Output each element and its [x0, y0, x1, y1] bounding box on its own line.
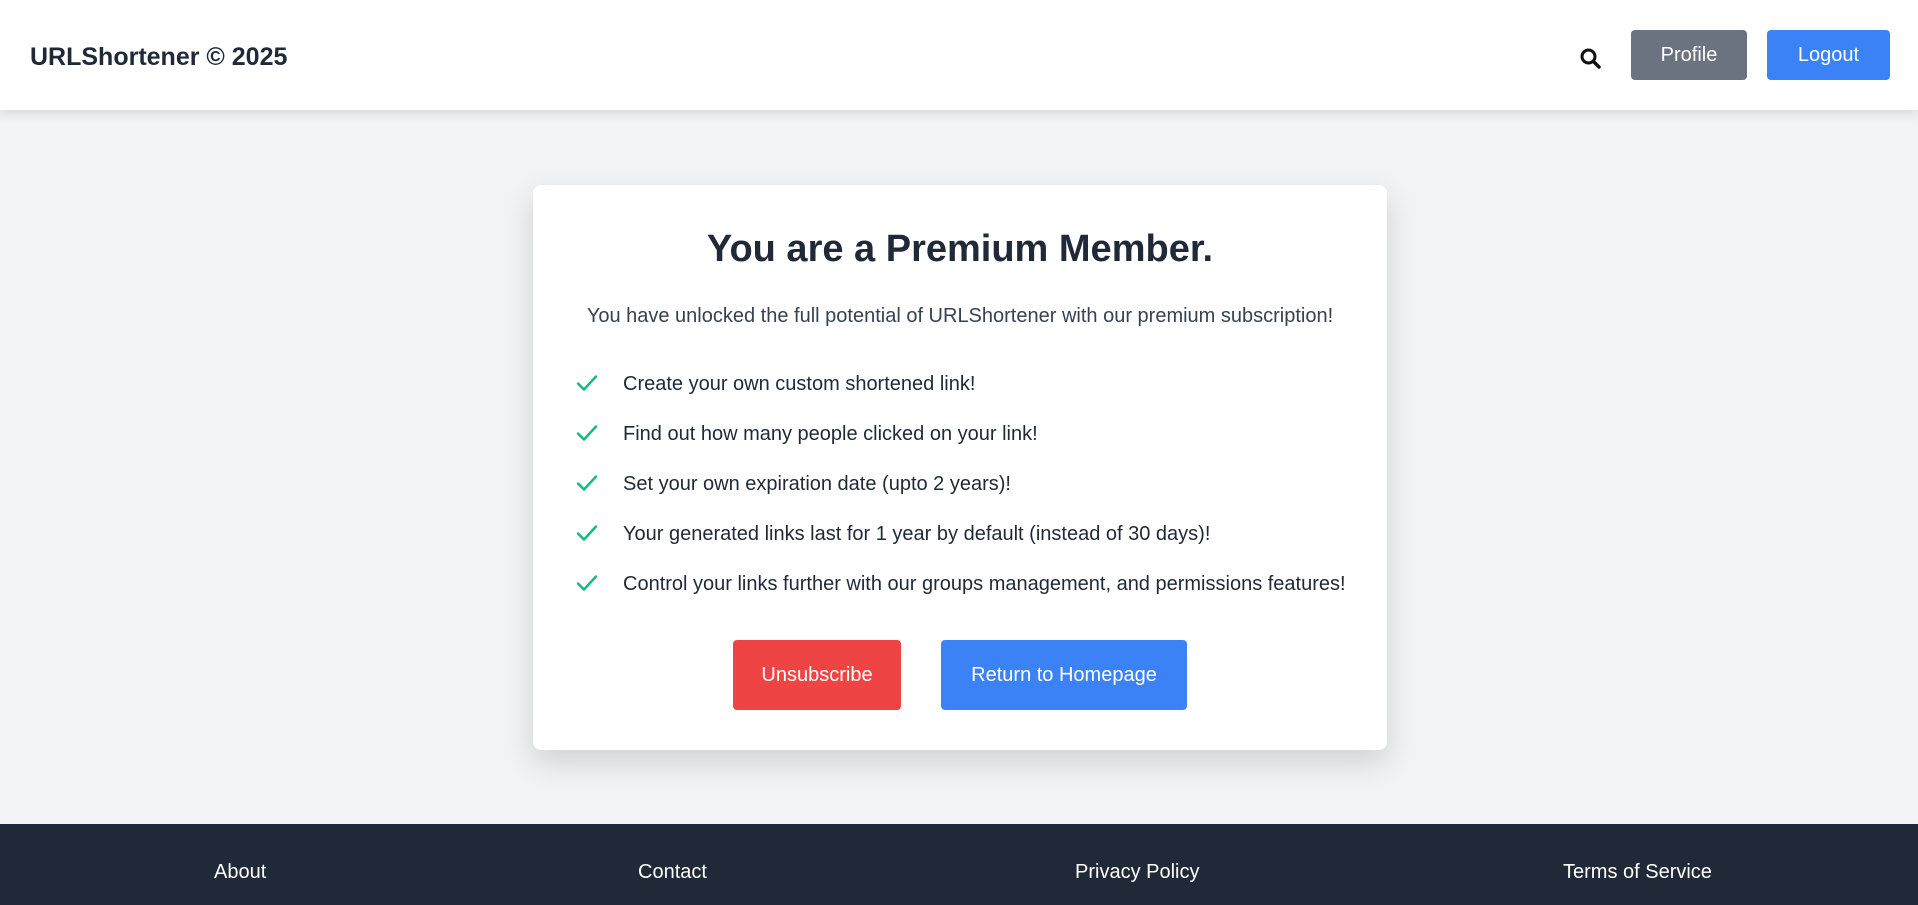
- check-icon: [576, 375, 598, 391]
- profile-button[interactable]: Profile: [1631, 30, 1747, 80]
- feature-item: Find out how many people clicked on your…: [575, 419, 1375, 469]
- check-icon: [576, 575, 598, 591]
- logout-button[interactable]: Logout: [1767, 30, 1890, 80]
- card-title: You are a Premium Member.: [706, 228, 1214, 270]
- footer-link-terms-of-service[interactable]: Terms of Service: [1563, 859, 1712, 885]
- feature-item: Your generated links last for 1 year by …: [575, 519, 1375, 569]
- search-icon: [1580, 48, 1601, 69]
- footer-link-about[interactable]: About: [214, 859, 266, 885]
- footer-link-contact[interactable]: Contact: [638, 859, 707, 885]
- feature-item: Set your own expiration date (upto 2 yea…: [575, 469, 1375, 519]
- search-button[interactable]: [1578, 46, 1604, 72]
- feature-text: Your generated links last for 1 year by …: [623, 523, 1211, 545]
- footer: About Contact Privacy Policy Terms of Se…: [0, 824, 1918, 905]
- footer-link-privacy-policy[interactable]: Privacy Policy: [1075, 859, 1199, 885]
- card-subtitle: You have unlocked the full potential of …: [586, 305, 1334, 327]
- return-to-homepage-button[interactable]: Return to Homepage: [941, 640, 1187, 710]
- feature-text: Find out how many people clicked on your…: [623, 423, 1038, 445]
- feature-text: Create your own custom shortened link!: [623, 373, 976, 395]
- feature-item: Control your links further with our grou…: [575, 569, 1375, 619]
- unsubscribe-button[interactable]: Unsubscribe: [733, 640, 901, 710]
- brand-title: URLShortener © 2025: [30, 43, 288, 71]
- feature-list: Create your own custom shortened link! F…: [575, 369, 1375, 619]
- check-icon: [576, 425, 598, 441]
- feature-item: Create your own custom shortened link!: [575, 369, 1375, 419]
- check-icon: [576, 475, 598, 491]
- feature-text: Control your links further with our grou…: [623, 573, 1346, 595]
- check-icon: [576, 525, 598, 541]
- feature-text: Set your own expiration date (upto 2 yea…: [623, 473, 1011, 495]
- top-navbar: URLShortener © 2025 Profile Logout: [0, 0, 1918, 110]
